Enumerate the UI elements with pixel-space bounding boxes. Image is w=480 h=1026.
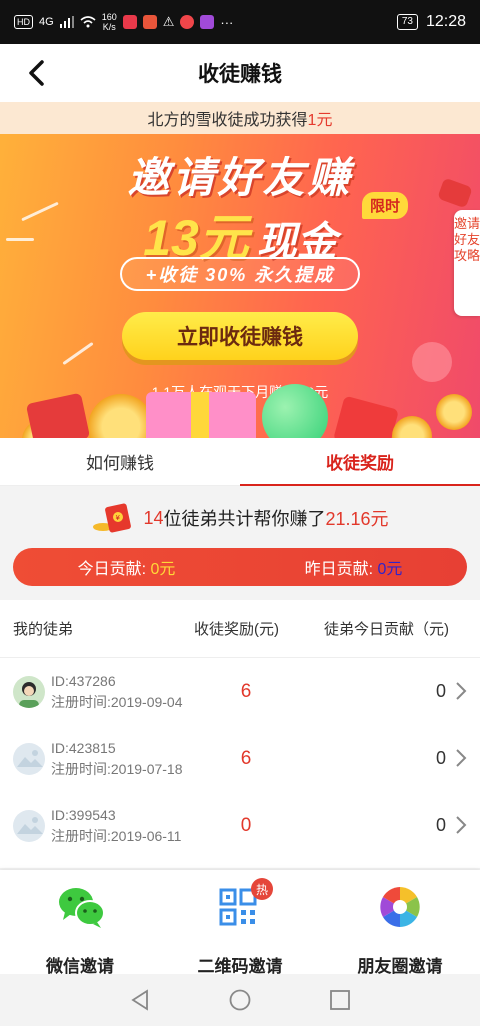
column-header: 收徒奖励(元): [194, 621, 279, 638]
more-notifications: ···: [220, 14, 234, 30]
user-info: ID:437286 注册时间:2019-09-04: [51, 671, 201, 713]
gift-box-decoration: [146, 392, 256, 438]
tab-invite-rewards[interactable]: 收徒奖励: [240, 438, 480, 486]
square-recent-icon: [330, 990, 350, 1010]
table-row[interactable]: ID:423815 注册时间:2019-07-18 6 0: [0, 725, 480, 792]
contribution-bar: 今日贡献: 0元 昨日贡献: 0元: [13, 548, 467, 586]
apprentice-table: 我的徒弟 收徒奖励(元) 徒弟今日贡献（元) ID:437286 注册时间:20…: [0, 600, 480, 868]
table-header: 我的徒弟 收徒奖励(元) 徒弟今日贡献（元): [0, 600, 480, 658]
wifi-icon: [80, 16, 96, 28]
moments-aperture-icon: [377, 884, 423, 930]
app-notification-icon: [180, 15, 195, 29]
system-nav-bar: [0, 974, 480, 1026]
total-earned: 21.16元: [325, 509, 389, 529]
user-info: ID:399543 注册时间:2019-06-11: [51, 805, 201, 847]
wechat-invite-button[interactable]: 微信邀请: [0, 870, 160, 976]
apprentice-count: 14: [143, 507, 164, 528]
yesterday-contribution: 昨日贡献: 0元: [240, 555, 467, 579]
status-left: HD 4G 160 K/s ⚠ ···: [14, 12, 233, 32]
banner-title: 邀请好友赚: [127, 154, 353, 201]
reward-notice: 北方的雪收徒成功获得 1元: [0, 102, 480, 134]
today-value: 0元: [150, 561, 176, 578]
status-bar: HD 4G 160 K/s ⚠ ··· 73 12:28: [0, 0, 480, 44]
column-header: 我的徒弟: [13, 621, 74, 638]
avatar: [13, 742, 45, 775]
yesterday-value: 0元: [377, 561, 403, 578]
invite-reward: 6: [240, 747, 252, 769]
triangle-back-icon: [131, 989, 148, 1011]
earnings-summary: ¥ 14 位徒弟共计帮你赚了 21.16元 今日贡献: 0元 昨日贡献: 0元: [0, 487, 480, 599]
hot-badge: 热: [251, 878, 273, 900]
app-notification-icon: [142, 15, 157, 29]
limited-time-badge: 限时: [362, 192, 409, 219]
svg-text:¥: ¥: [116, 514, 121, 522]
nav-home-button[interactable]: [225, 985, 255, 1015]
user-id: ID:437286: [51, 672, 116, 689]
today-contribution-value: 0: [435, 748, 446, 768]
avatar: [13, 809, 45, 842]
signal-icon: 4G: [39, 16, 54, 28]
nav-recent-button[interactable]: [325, 985, 355, 1015]
user-id: ID:399543: [51, 806, 116, 823]
chevron-right-icon: [456, 682, 467, 700]
chevron-right-icon: [456, 816, 467, 834]
notice-text: 北方的雪收徒成功获得: [147, 112, 308, 129]
invite-cta-button[interactable]: 立即收徒赚钱: [122, 312, 358, 360]
today-label: 今日贡献:: [77, 561, 147, 578]
yesterday-label: 昨日贡献:: [304, 561, 374, 578]
invite-reward: 0: [240, 814, 252, 836]
signal-bars-icon: [59, 16, 74, 28]
network-speed: 160 K/s: [101, 12, 117, 32]
today-contribution-value: 0: [435, 681, 446, 701]
today-contribution-value: 0: [435, 815, 446, 835]
hd-indicator: HD: [14, 15, 33, 29]
user-info: ID:423815 注册时间:2019-07-18: [51, 738, 201, 780]
gold-coin-decoration: [392, 416, 432, 438]
commission-pill: +收徒 30% 永久提成: [120, 257, 360, 291]
battery-icon: 73: [396, 14, 418, 30]
invite-reward: 6: [240, 680, 252, 702]
chevron-right-icon: [456, 749, 467, 767]
share-bar: 微信邀请 热 二维码邀请 朋友圈邀请: [0, 870, 480, 976]
qrcode-invite-button[interactable]: 热 二维码邀请: [160, 870, 320, 976]
back-button[interactable]: [22, 58, 52, 88]
back-arrow-icon: [29, 60, 44, 86]
register-time: 注册时间:2019-09-04: [51, 693, 183, 710]
app-notification-icon: [200, 15, 215, 29]
summary-line: ¥ 14 位徒弟共计帮你赚了 21.16元: [0, 503, 480, 533]
tab-how-to-earn[interactable]: 如何赚钱: [0, 438, 240, 485]
qrcode-icon: 热: [217, 878, 273, 930]
wechat-icon: [57, 884, 105, 930]
notice-amount: 1元: [307, 112, 333, 129]
warning-icon: ⚠: [162, 14, 175, 29]
content-tabs: 如何赚钱 收徒奖励: [0, 438, 480, 486]
red-packet-icon: ¥: [91, 503, 139, 533]
nav-back-button[interactable]: [125, 985, 155, 1015]
user-id: ID:423815: [51, 739, 116, 756]
app-notification-icon: [122, 15, 137, 29]
table-row[interactable]: ID:437286 注册时间:2019-09-04 6 0: [0, 658, 480, 725]
summary-text: 位徒弟共计帮你赚了: [163, 509, 326, 529]
gold-coin-decoration: [436, 394, 472, 430]
light-streak: [62, 341, 94, 366]
today-contribution: 今日贡献: 0元: [13, 555, 240, 579]
moments-invite-button[interactable]: 朋友圈邀请: [320, 870, 480, 976]
status-right: 73 12:28: [396, 13, 466, 31]
invite-banner: 北方的雪收徒成功获得 1元 邀请好友赚 13元 现金 限时 +收徒 30% 永久提成…: [0, 102, 480, 438]
decorative-bubble: [412, 342, 452, 382]
page-title: 收徒赚钱: [198, 63, 282, 86]
table-row[interactable]: ID:399543 注册时间:2019-06-11 0 0: [0, 792, 480, 859]
column-header: 徒弟今日贡献（元): [324, 621, 449, 638]
app-header: 收徒赚钱: [0, 44, 480, 102]
register-time: 注册时间:2019-07-18: [51, 760, 183, 777]
avatar: [13, 675, 45, 708]
register-time: 注册时间:2019-06-11: [51, 827, 182, 844]
clock: 12:28: [425, 13, 466, 30]
circle-home-icon: [229, 989, 251, 1011]
invite-guide-tab[interactable]: 邀请好友攻略: [454, 210, 480, 316]
